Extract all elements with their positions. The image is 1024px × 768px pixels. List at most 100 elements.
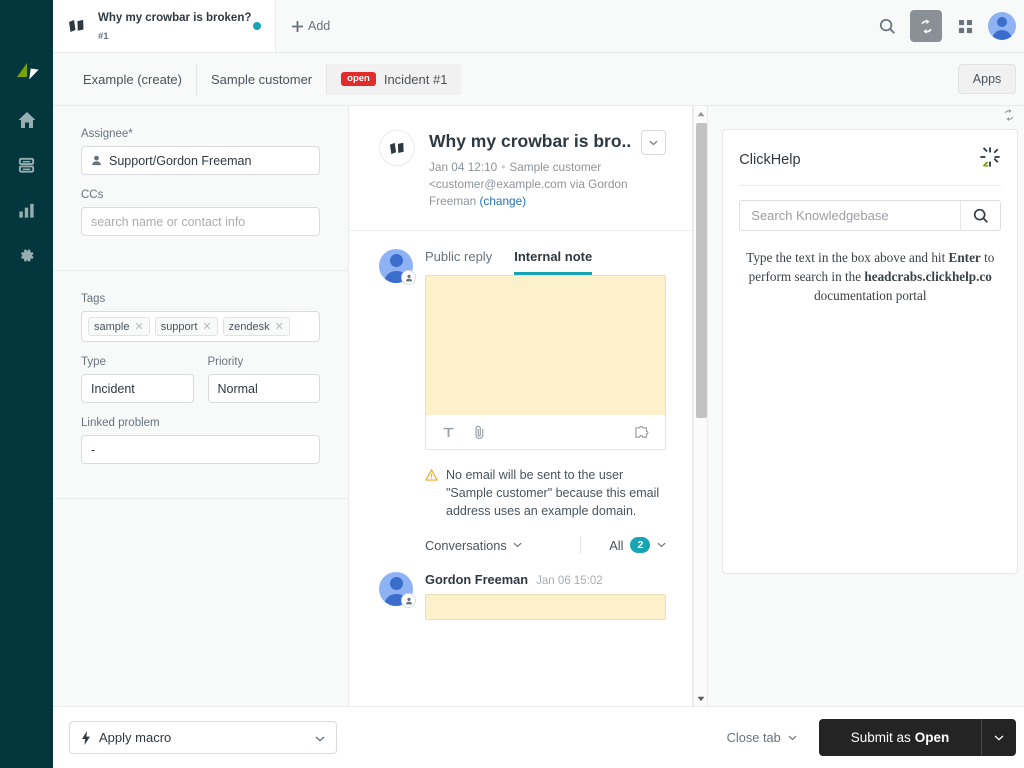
tag-label: sample — [94, 320, 130, 333]
crowbar-ticket-icon — [67, 17, 89, 35]
scroll-up-arrow-icon[interactable] — [694, 106, 707, 121]
note-enter-key: Enter — [948, 250, 981, 265]
apply-macro-dropdown[interactable]: Apply macro — [69, 721, 337, 754]
comment-item: Gordon Freeman Jan 06 15:02 — [349, 568, 692, 620]
ticket-header: Why my crowbar is bro.. Jan 04 12:10 • Sam… — [349, 106, 693, 231]
submit-button-group: Submit as Open — [818, 719, 1017, 756]
sidebar-item-home[interactable] — [11, 104, 43, 136]
tag-remove-icon[interactable]: ✕ — [134, 320, 143, 333]
submit-button[interactable]: Submit as Open — [818, 719, 982, 756]
close-tab-button[interactable]: Close tab — [727, 730, 797, 745]
apps-grid-icon — [958, 19, 972, 33]
avatar-agent-badge-icon — [401, 593, 416, 608]
submit-state: Open — [914, 730, 950, 745]
ccs-field[interactable]: search name or contact info — [81, 207, 320, 236]
ticket-date: Jan 04 12:10 — [429, 160, 498, 174]
assignee-field[interactable]: Support/Gordon Freeman — [81, 146, 320, 175]
user-avatar[interactable] — [988, 12, 1017, 40]
add-tab-label: Add — [308, 19, 331, 33]
avatar-agent-badge-icon — [401, 270, 416, 285]
conversations-bar: Conversations All 2 — [349, 520, 692, 568]
comment-header: Gordon Freeman Jan 06 15:02 — [425, 572, 666, 587]
clickhelp-title: ClickHelp — [739, 151, 801, 168]
scrollbar-thumb[interactable] — [696, 123, 708, 418]
tab-public-reply[interactable]: Public reply — [425, 249, 492, 275]
lightning-icon — [82, 730, 90, 745]
breadcrumb-label: Example (create) — [83, 71, 182, 87]
views-list-icon — [18, 157, 35, 173]
tag-chip[interactable]: sample ✕ — [88, 317, 150, 336]
clickhelp-logo-icon — [979, 146, 1001, 173]
apps-refresh-icon[interactable] — [1002, 108, 1016, 127]
comment-timestamp: Jan 06 15:02 — [536, 575, 603, 587]
main-column: Why my crowbar is broken? #1 Add Example… — [53, 0, 1024, 768]
tag-remove-icon[interactable]: ✕ — [275, 320, 284, 333]
chevron-down-icon — [513, 542, 522, 548]
ticket-avatar-icon — [379, 130, 415, 166]
conversation-scrollbar[interactable] — [693, 106, 709, 706]
composer-editor[interactable] — [425, 275, 667, 415]
breadcrumb-item-incident[interactable]: open Incident #1 — [327, 63, 462, 95]
zendesk-logo-icon[interactable] — [11, 56, 43, 88]
apps-grid-button[interactable] — [949, 10, 981, 42]
apps-button[interactable]: Apps — [957, 64, 1017, 94]
sidebar-item-admin[interactable] — [11, 239, 43, 271]
ticket-submeta: Jan 04 12:10 • Sample customer <customer@e… — [429, 159, 666, 210]
conversation-panel: Why my crowbar is bro.. Jan 04 12:10 • Sam… — [349, 106, 694, 706]
conversation-filter-dropdown[interactable]: All 2 — [609, 536, 666, 554]
refresh-icon — [921, 18, 932, 34]
apps-puzzle-icon[interactable] — [634, 425, 649, 439]
plus-icon — [292, 20, 303, 32]
top-tab-bar: Why my crowbar is broken? #1 Add — [53, 0, 1024, 53]
divider — [580, 536, 582, 554]
knowledgebase-search — [739, 200, 1002, 231]
ticket-options-button[interactable] — [641, 130, 667, 155]
sidebar-item-views[interactable] — [11, 149, 43, 181]
linked-problem-field[interactable]: - — [81, 435, 320, 464]
scroll-down-arrow-icon[interactable] — [694, 691, 707, 706]
status-badge: open — [341, 71, 376, 87]
breadcrumb-label: Incident #1 — [383, 71, 448, 87]
attachment-icon[interactable] — [473, 425, 486, 440]
home-icon — [18, 112, 35, 128]
composer-toolbar — [425, 415, 667, 450]
breadcrumb: Example (create) Sample customer open In… — [53, 53, 1024, 106]
search-input[interactable] — [740, 201, 961, 230]
chevron-down-icon — [994, 735, 1004, 740]
conversations-dropdown[interactable]: Conversations — [425, 538, 522, 553]
ticket-tab[interactable]: Why my crowbar is broken? #1 — [53, 0, 276, 52]
properties-section-assignee: Assignee* Support/Gordon Freeman CCs sea… — [53, 106, 348, 271]
ticket-tab-title: Why my crowbar is broken? — [98, 12, 252, 24]
sidebar-item-reporting[interactable] — [11, 194, 43, 226]
type-field[interactable]: Incident — [81, 374, 194, 403]
tag-chip[interactable]: support ✕ — [154, 317, 218, 336]
tag-chip[interactable]: zendesk ✕ — [222, 317, 290, 336]
person-icon — [91, 155, 102, 166]
search-icon — [879, 18, 895, 34]
refresh-button[interactable] — [910, 10, 943, 42]
breadcrumb-item-customer[interactable]: Sample customer — [197, 63, 328, 95]
tags-field[interactable]: sample ✕ support ✕ zendesk ✕ — [81, 311, 320, 342]
search-button[interactable] — [871, 10, 903, 42]
linked-problem-label: Linked problem — [81, 417, 160, 429]
search-submit-button[interactable] — [960, 201, 1000, 230]
change-requester-link[interactable]: (change) — [480, 194, 527, 208]
ticket-tab-number: #1 — [98, 31, 109, 42]
text-format-icon[interactable] — [442, 426, 455, 439]
comment-body: Gordon Freeman Jan 06 15:02 — [425, 572, 667, 620]
comment-author: Gordon Freeman — [425, 572, 529, 587]
apps-sidebar: ClickHelp Search Knowledgebase Type the … — [708, 106, 1024, 706]
add-tab-button[interactable]: Add — [276, 0, 346, 52]
type-group: Type Incident — [81, 356, 194, 417]
composer-avatar — [379, 249, 416, 285]
tag-remove-icon[interactable]: ✕ — [202, 320, 211, 333]
tab-internal-note[interactable]: Internal note — [514, 249, 593, 275]
ticket-tab-status-dot — [253, 22, 261, 30]
search-icon — [973, 208, 988, 223]
body-row: Assignee* Support/Gordon Freeman CCs sea… — [53, 106, 1024, 706]
priority-field[interactable]: Normal — [207, 374, 320, 403]
clickhelp-instructions: Type the text in the box above and hit E… — [739, 248, 1001, 305]
submit-options-button[interactable] — [981, 719, 1017, 756]
breadcrumb-item-example[interactable]: Example (create) — [69, 63, 197, 95]
ticket-meta: Why my crowbar is bro.. Jan 04 12:10 • Sam… — [429, 130, 667, 210]
